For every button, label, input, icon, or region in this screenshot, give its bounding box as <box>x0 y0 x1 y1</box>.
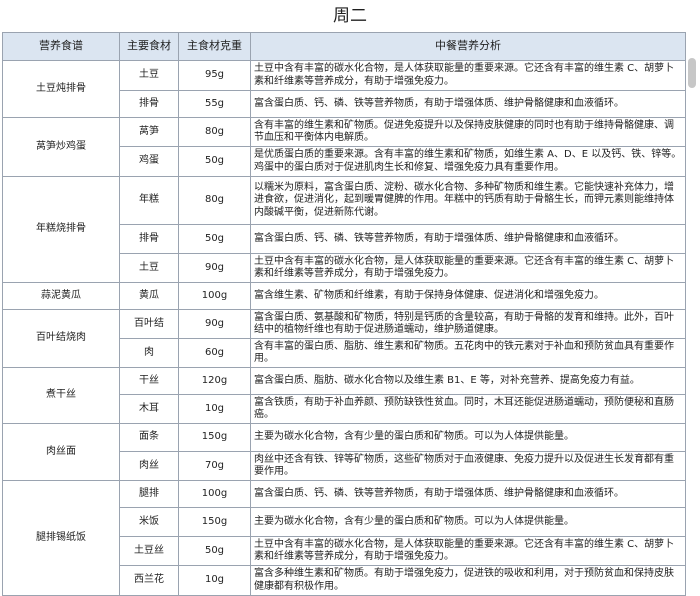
analysis-cell: 富含蛋白质、钙、磷、铁等营养物质，有助于增强体质、维护骨骼健康和血液循环。 <box>250 224 686 254</box>
ingredient-cell: 黄瓜 <box>119 282 179 310</box>
ingredient-cell: 木耳 <box>119 394 179 424</box>
ingredient-cell: 土豆丝 <box>119 536 179 566</box>
recipe-name-cell: 腿排锡纸饭 <box>2 480 120 596</box>
weight-cell: 60g <box>178 338 251 368</box>
table-row: 蒜泥黄瓜 黄瓜 100g 富含维生素、矿物质和纤维素，有助于保持身体健康、促进消化和增… <box>2 282 686 310</box>
weight-cell: 70g <box>178 451 251 481</box>
analysis-cell: 土豆中含有丰富的碳水化合物，是人体获取能量的重要来源。它还含有丰富的维生素 C、… <box>250 60 686 91</box>
table-row: 煮干丝 干丝 120g 富含蛋白质、脂肪、碳水化合物以及维生素 B1、E 等，对补充营… <box>2 367 686 424</box>
ingredient-cell: 土豆 <box>119 60 179 91</box>
analysis-cell: 富含蛋白质、脂肪、碳水化合物以及维生素 B1、E 等，对补充营养、提高免疫力有益… <box>250 367 686 395</box>
ingredient-cell: 肉丝 <box>119 451 179 481</box>
ingredient-cell: 西兰花 <box>119 565 179 596</box>
table-row: 土豆炖排骨 土豆 95g 土豆中含有丰富的碳水化合物，是人体获取能量的重要来源。它还含… <box>2 60 686 118</box>
analysis-cell: 富含多种维生素和矿物质。有助于增强免疫力，促进铁的吸收和利用，对于预防贫血和保持… <box>250 565 686 596</box>
ingredient-cell: 米饭 <box>119 507 179 537</box>
weight-cell: 120g <box>178 367 251 395</box>
page-title: 周二 <box>333 6 367 26</box>
weight-cell: 150g <box>178 507 251 537</box>
weight-cell: 100g <box>178 282 251 310</box>
header-analysis: 中餐营养分析 <box>250 32 686 61</box>
ingredient-cell: 土豆 <box>119 253 179 283</box>
weight-cell: 100g <box>178 480 251 508</box>
recipe-name-cell: 莴笋炒鸡蛋 <box>2 117 120 177</box>
weight-cell: 150g <box>178 423 251 452</box>
weight-cell: 50g <box>178 146 251 177</box>
weight-cell: 90g <box>178 309 251 339</box>
table-header-row: 营养食谱 主要食材 主食材克重 中餐营养分析 <box>2 32 686 61</box>
page: 周二 营养食谱 主要食材 主食材克重 中餐营养分析 土豆炖排骨 土豆 95g 土豆中含… <box>0 0 700 596</box>
scrollbar-thumb[interactable] <box>688 58 696 88</box>
weight-cell: 10g <box>178 565 251 596</box>
ingredient-cell: 排骨 <box>119 90 179 118</box>
ingredient-cell: 干丝 <box>119 367 179 395</box>
table-row: 百叶结烧肉 百叶结 90g 富含蛋白质、氨基酸和矿物质，特别是钙质的含量较高，有助于骨… <box>2 309 686 368</box>
recipe-name-cell: 蒜泥黄瓜 <box>2 282 120 310</box>
weight-cell: 90g <box>178 253 251 283</box>
ingredient-cell: 排骨 <box>119 224 179 254</box>
weight-cell: 50g <box>178 536 251 566</box>
ingredient-cell: 莴笋 <box>119 117 179 147</box>
weight-cell: 50g <box>178 224 251 254</box>
ingredient-cell: 腿排 <box>119 480 179 508</box>
analysis-cell: 富含蛋白质、钙、磷、铁等营养物质，有助于增强体质、维护骨骼健康和血液循环。 <box>250 480 686 508</box>
table-row: 肉丝面 面条 150g 主要为碳水化合物，含有少量的蛋白质和矿物质。可以为人体提供能量… <box>2 423 686 481</box>
analysis-cell: 富含维生素、矿物质和纤维素，有助于保持身体健康、促进消化和增强免疫力。 <box>250 282 686 310</box>
ingredient-cell: 面条 <box>119 423 179 452</box>
analysis-cell: 主要为碳水化合物，含有少量的蛋白质和矿物质。可以为人体提供能量。 <box>250 423 686 452</box>
analysis-cell: 主要为碳水化合物，含有少量的蛋白质和矿物质。可以为人体提供能量。 <box>250 507 686 537</box>
ingredient-cell: 肉 <box>119 338 179 368</box>
recipe-name-cell: 百叶结烧肉 <box>2 309 120 368</box>
ingredient-cell: 年糕 <box>119 176 179 225</box>
header-weight: 主食材克重 <box>178 32 251 61</box>
table-body: 土豆炖排骨 土豆 95g 土豆中含有丰富的碳水化合物，是人体获取能量的重要来源。它还含… <box>2 60 686 596</box>
weight-cell: 80g <box>178 176 251 225</box>
recipe-name-cell: 土豆炖排骨 <box>2 60 120 118</box>
analysis-cell: 富含铁质，有助于补血养颜、预防缺铁性贫血。同时，木耳还能促进肠道蠕动，预防便秘和… <box>250 394 686 424</box>
analysis-cell: 含有丰富的蛋白质、脂肪、维生素和矿物质。五花肉中的铁元素对于补血和预防贫血具有重… <box>250 338 686 368</box>
table-row: 腿排锡纸饭 腿排 100g 富含蛋白质、钙、磷、铁等营养物质，有助于增强体质、维护骨骼… <box>2 480 686 596</box>
analysis-cell: 是优质蛋白质的重要来源。含有丰富的维生素和矿物质，如维生素 A、D、E 以及钙、… <box>250 146 686 177</box>
table-row: 年糕烧排骨 年糕 80g 以糯米为原料，富含蛋白质、淀粉、碳水化合物、多种矿物质和维生… <box>2 176 686 283</box>
analysis-cell: 土豆中含有丰富的碳水化合物，是人体获取能量的重要来源。它还含有丰富的维生素 C、… <box>250 536 686 566</box>
weight-cell: 80g <box>178 117 251 147</box>
weight-cell: 55g <box>178 90 251 118</box>
recipe-name-cell: 年糕烧排骨 <box>2 176 120 283</box>
analysis-cell: 肉丝中还含有铁、锌等矿物质，这些矿物质对于血液健康、免疫力提升以及促进生长发育都… <box>250 451 686 481</box>
recipe-name-cell: 肉丝面 <box>2 423 120 481</box>
analysis-cell: 富含蛋白质、氨基酸和矿物质，特别是钙质的含量较高，有助于骨骼的发育和维持。此外，… <box>250 309 686 339</box>
header-ingredient: 主要食材 <box>119 32 179 61</box>
analysis-cell: 富含蛋白质、钙、磷、铁等营养物质，有助于增强体质、维护骨骼健康和血液循环。 <box>250 90 686 118</box>
analysis-cell: 土豆中含有丰富的碳水化合物，是人体获取能量的重要来源。它还含有丰富的维生素 C、… <box>250 253 686 283</box>
analysis-cell: 以糯米为原料，富含蛋白质、淀粉、碳水化合物、多种矿物质和维生素。它能快速补充体力… <box>250 176 686 225</box>
analysis-cell: 含有丰富的维生素和矿物质。促进免疫提升以及保持皮肤健康的同时也有助于维持骨骼健康… <box>250 117 686 147</box>
weight-cell: 10g <box>178 394 251 424</box>
header-recipe: 营养食谱 <box>2 32 120 61</box>
ingredient-cell: 鸡蛋 <box>119 146 179 177</box>
table-row: 莴笋炒鸡蛋 莴笋 80g 含有丰富的维生素和矿物质。促进免疫提升以及保持皮肤健康的同时… <box>2 117 686 177</box>
weight-cell: 95g <box>178 60 251 91</box>
ingredient-cell: 百叶结 <box>119 309 179 339</box>
recipe-name-cell: 煮干丝 <box>2 367 120 424</box>
nutrition-table: 营养食谱 主要食材 主食材克重 中餐营养分析 土豆炖排骨 土豆 95g 土豆中含有丰富… <box>2 32 686 596</box>
